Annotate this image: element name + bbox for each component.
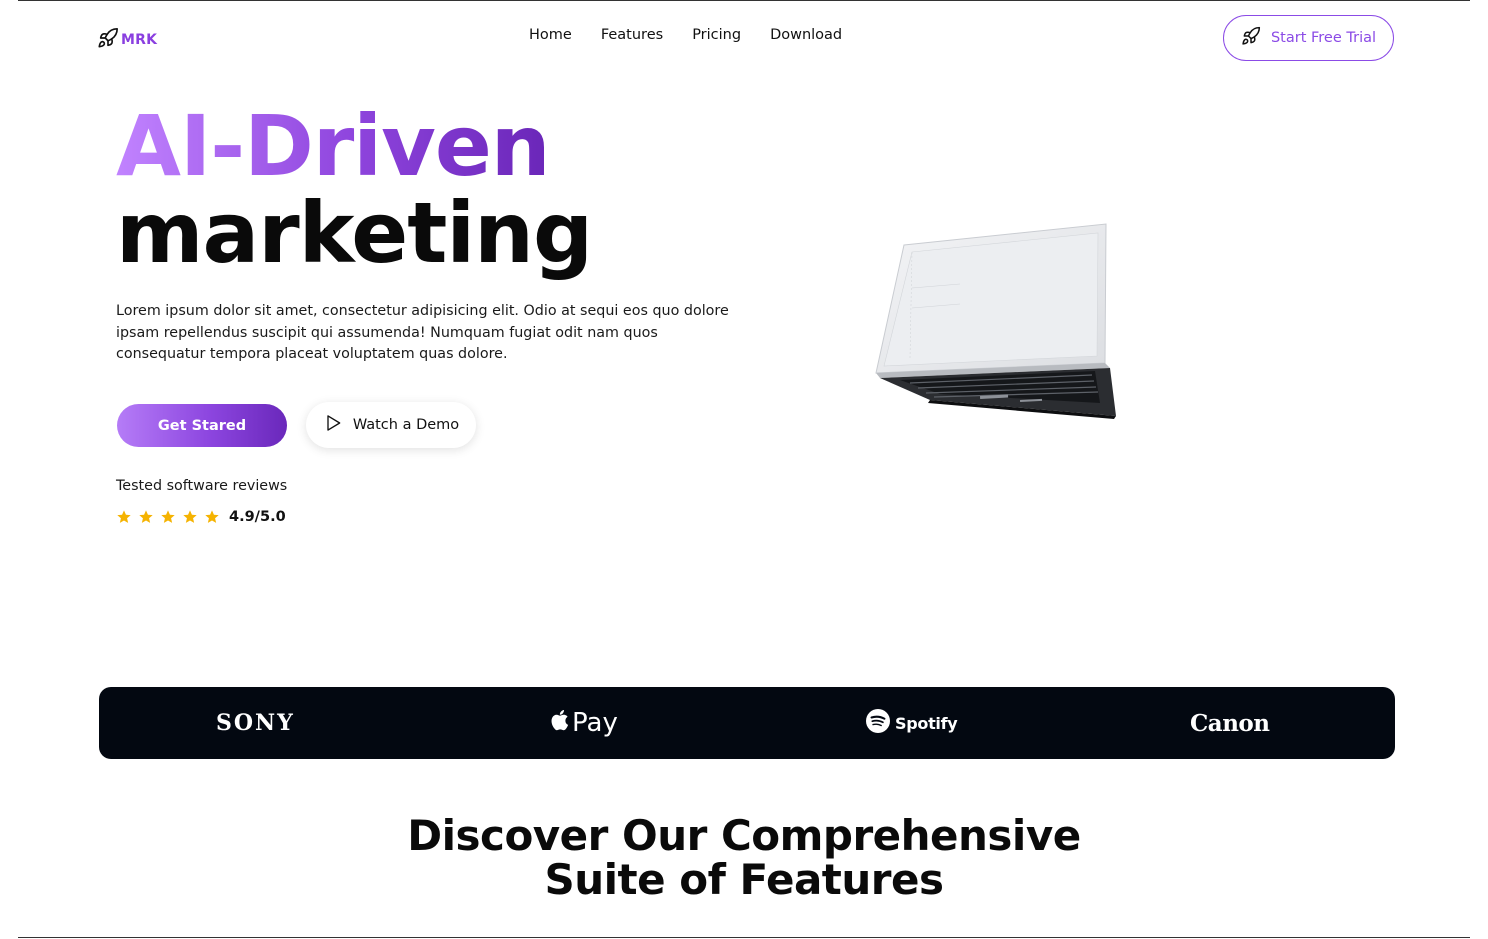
features-title-line2: Suite of Features — [544, 855, 944, 904]
nav-link-download[interactable]: Download — [770, 27, 842, 43]
star-icon — [117, 510, 131, 523]
hero-title-highlight: AI-Driven — [116, 97, 551, 195]
logo[interactable]: MRK — [97, 27, 157, 53]
apple-pay-logo: Pay — [549, 687, 618, 759]
apple-pay-text: Pay — [572, 708, 618, 738]
spotify-text: Spotify — [895, 713, 958, 733]
features-title-line1: Discover Our Comprehensive — [407, 811, 1081, 860]
star-icon — [161, 510, 175, 523]
laptop-illustration — [870, 218, 1125, 423]
start-free-trial-label: Start Free Trial — [1270, 30, 1377, 46]
sony-logo: SONY — [216, 710, 295, 736]
get-started-button[interactable]: Get Stared — [117, 404, 287, 447]
hero-title: marketing — [116, 184, 593, 282]
nav-link-features[interactable]: Features — [601, 27, 663, 43]
top-divider — [18, 0, 1470, 1]
brand-logos-bar: SONY Pay Spotify Canon — [99, 687, 1395, 759]
watch-demo-label: Watch a Demo — [352, 417, 460, 433]
apple-icon — [549, 708, 569, 739]
rating-value: 4.9/5.0 — [229, 509, 286, 525]
logo-text: MRK — [121, 32, 158, 48]
watch-demo-button[interactable]: Watch a Demo — [306, 402, 476, 448]
nav-link-home[interactable]: Home — [529, 27, 572, 43]
star-icon — [183, 510, 197, 523]
bottom-divider — [18, 937, 1470, 938]
features-title: Discover Our Comprehensive Suite of Feat… — [0, 814, 1488, 902]
rating: 4.9/5.0 — [116, 509, 286, 525]
rocket-icon — [97, 27, 119, 53]
main-nav: Home Features Pricing Download — [529, 27, 842, 43]
reviews-label: Tested software reviews — [116, 478, 288, 494]
rocket-icon — [1241, 26, 1261, 50]
start-free-trial-button[interactable]: Start Free Trial — [1223, 15, 1394, 61]
canon-logo: Canon — [1190, 709, 1270, 737]
star-icon — [139, 510, 153, 523]
nav-link-pricing[interactable]: Pricing — [692, 27, 741, 43]
star-icon — [205, 510, 219, 523]
spotify-icon — [865, 708, 891, 738]
play-icon — [323, 413, 343, 437]
hero-description: Lorem ipsum dolor sit amet, consectetur … — [116, 303, 729, 362]
spotify-logo: Spotify — [865, 687, 958, 759]
